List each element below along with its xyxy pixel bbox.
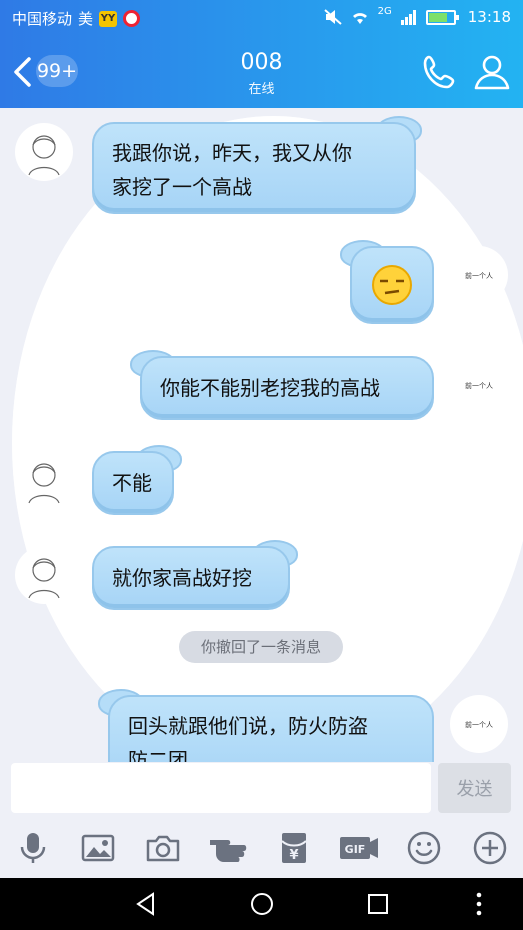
gif-label: GIF (345, 843, 366, 856)
message-text: 你能不能别老挖我的高战 (160, 376, 380, 400)
more-options-icon[interactable] (466, 891, 492, 917)
my-avatar[interactable]: 前一个人 (450, 246, 508, 304)
chat-header: 99+ 008 在线 (0, 36, 523, 108)
battery-icon (425, 9, 459, 25)
message-bubble[interactable] (350, 246, 434, 324)
network-label: 2G (377, 5, 392, 17)
contact-avatar[interactable] (15, 123, 73, 181)
back-nav-icon[interactable] (133, 891, 159, 917)
chat-message-list[interactable]: 我跟你说，昨天，我又从你 家挖了一个高战 前一个人 前一个人 你能不能别老挖我的… (0, 108, 523, 762)
contact-avatar[interactable] (15, 546, 73, 604)
plus-icon[interactable] (472, 830, 508, 866)
camera-icon[interactable] (145, 830, 181, 866)
contact-avatar[interactable] (15, 451, 73, 509)
message-text: 不能 (112, 471, 152, 495)
my-avatar-text: 前一个人 (465, 381, 493, 390)
message-bubble[interactable]: 你能不能别老挖我的高战 (140, 356, 434, 420)
smirk-emoji-icon (372, 265, 412, 305)
wifi-icon (352, 13, 367, 24)
message-text: 回头就跟他们说，防火防盗 防二团 (128, 714, 368, 762)
message-text: 就你家高战好挖 (112, 566, 252, 590)
meituan-label: 美 (78, 10, 94, 28)
poke-icon[interactable] (208, 830, 252, 866)
yy-app-icon: YY (99, 10, 118, 27)
input-bar: 发送 (0, 762, 523, 818)
message-bubble[interactable]: 回头就跟他们说，防火防盗 防二团 (108, 695, 434, 762)
red-packet-icon[interactable]: ¥ (276, 830, 312, 866)
image-icon[interactable] (80, 830, 116, 866)
recents-nav-icon[interactable] (365, 891, 391, 917)
my-avatar[interactable]: 前一个人 (450, 695, 508, 753)
message-text: 我跟你说，昨天，我又从你 家挖了一个高战 (112, 141, 352, 199)
gif-icon[interactable]: GIF (338, 830, 380, 866)
my-avatar-text: 前一个人 (465, 720, 493, 729)
mute-icon (323, 9, 342, 25)
status-bar: 中国移动 美 YY 2G 13:18 (0, 0, 523, 770)
message-bubble[interactable]: 不能 (92, 451, 174, 515)
yuan-symbol: ¥ (289, 848, 298, 863)
input-toolbar: ¥ GIF (0, 818, 523, 878)
system-nav-bar (0, 878, 523, 930)
weibo-icon (123, 10, 141, 27)
my-avatar-text: 前一个人 (465, 271, 493, 280)
my-avatar[interactable]: 前一个人 (450, 356, 508, 414)
message-input[interactable] (11, 763, 431, 813)
signal-icon (400, 10, 416, 25)
microphone-icon[interactable] (15, 830, 51, 866)
profile-icon[interactable] (472, 52, 512, 92)
home-nav-icon[interactable] (249, 891, 275, 917)
phone-call-icon[interactable] (420, 52, 460, 92)
emoji-icon[interactable] (406, 830, 442, 866)
carrier-label: 中国移动 (12, 10, 73, 28)
recall-notice: 你撤回了一条消息 (179, 631, 343, 663)
message-bubble[interactable]: 就你家高战好挖 (92, 546, 290, 610)
clock: 13:18 (467, 8, 511, 26)
send-button[interactable]: 发送 (438, 763, 511, 813)
message-bubble[interactable]: 我跟你说，昨天，我又从你 家挖了一个高战 (92, 122, 416, 214)
